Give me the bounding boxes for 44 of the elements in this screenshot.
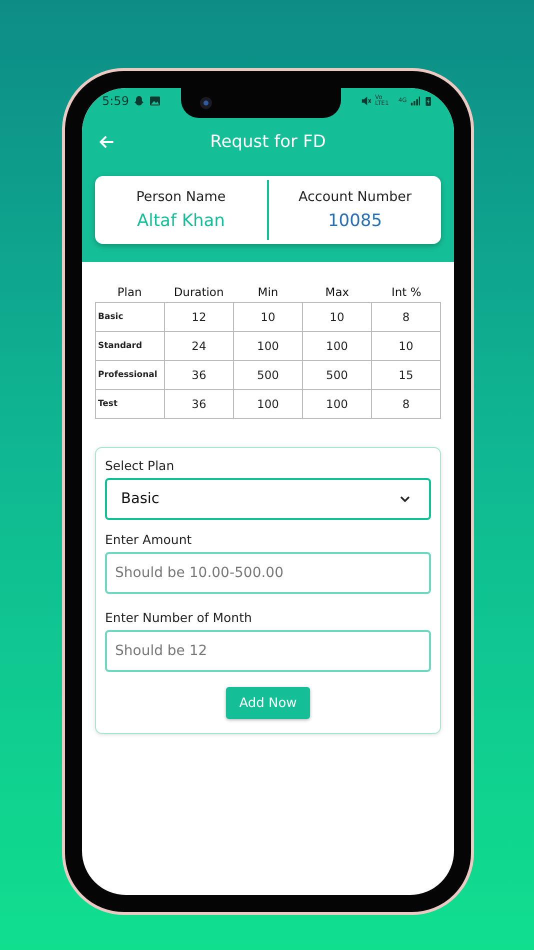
field-label: Select Plan — [105, 458, 176, 473]
table-cell: 100 — [234, 332, 303, 361]
table-cell: 15 — [372, 361, 441, 390]
month-input[interactable]: Should be 12 — [105, 630, 431, 672]
table-cell: Professional — [96, 361, 165, 390]
table-cell: 100 — [303, 332, 372, 361]
screen-title: Requst for FD — [210, 132, 326, 152]
column-header: Min — [256, 285, 280, 299]
mute-icon — [361, 95, 372, 107]
ghost-icon — [132, 95, 145, 107]
table-cell: 10 — [372, 332, 441, 361]
table-cell: 8 — [372, 303, 441, 332]
person-name-label: Person Name — [136, 189, 226, 205]
person-name-value: Altaf Khan — [137, 211, 225, 231]
table-cell: 8 — [372, 390, 441, 419]
table-cell: 10 — [234, 303, 303, 332]
field-label: Enter Amount — [105, 532, 193, 547]
table-cell: 24 — [165, 332, 234, 361]
back-arrow-icon[interactable] — [98, 133, 116, 151]
table-cell: Basic — [96, 303, 165, 332]
table-cell: 100 — [234, 390, 303, 419]
column-header: Int % — [390, 285, 422, 299]
signal-icon — [410, 95, 420, 107]
amount-input[interactable]: Should be 10.00-500.00 — [105, 552, 431, 594]
table-cell: 36 — [165, 390, 234, 419]
table-cell: 100 — [303, 390, 372, 419]
table-cell: 500 — [303, 361, 372, 390]
image-icon — [148, 95, 161, 107]
table-cell: 10 — [303, 303, 372, 332]
column-header: Max — [324, 285, 350, 299]
field-label: Enter Number of Month — [105, 610, 253, 625]
table-cell: Test — [96, 390, 165, 419]
column-header: Plan — [116, 285, 143, 299]
table-cell: 36 — [165, 361, 234, 390]
account-number-label: Account Number — [298, 189, 412, 205]
account-number-value: 10085 — [328, 211, 382, 231]
camera-icon — [198, 96, 213, 110]
table-cell: 12 — [165, 303, 234, 332]
battery-icon — [423, 95, 434, 107]
column-header: Duration — [172, 285, 225, 299]
status-time: 5:59 — [102, 94, 129, 108]
table-cell: Standard — [96, 332, 165, 361]
table-cell: 500 — [234, 361, 303, 390]
plan-dropdown[interactable]: Basic — [105, 478, 431, 520]
